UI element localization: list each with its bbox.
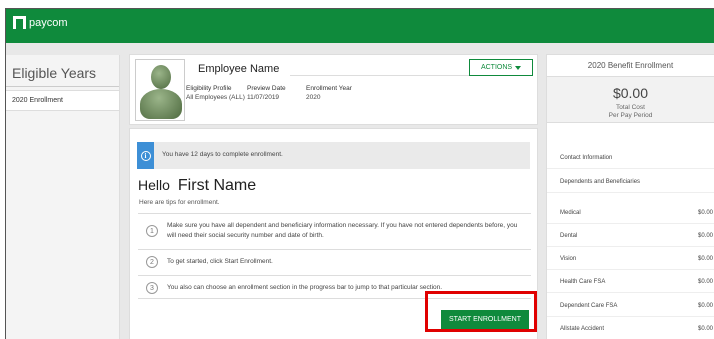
employee-name: Employee Name: [198, 63, 280, 75]
summary-item-allstate-accident[interactable]: Allstate Accident $0.00: [547, 318, 714, 339]
top-bar: paycom: [6, 9, 714, 43]
eligible-years-panel: Eligible Years 2020 Enrollment: [6, 55, 120, 339]
caret-down-icon: [515, 65, 522, 70]
paycom-logo[interactable]: paycom: [13, 16, 68, 29]
summary-item-label: Vision: [560, 256, 577, 262]
summary-item-health-care-fsa[interactable]: Health Care FSA $0.00: [547, 271, 714, 293]
preview-date: Preview Date 11/07/2019: [247, 84, 286, 102]
eligibility-profile: Eligibility Profile All Employees (ALL): [186, 84, 245, 102]
summary-item-label: Medical: [560, 210, 581, 216]
tip-step-2: 2 To get started, click Start Enrollment…: [138, 249, 531, 272]
summary-item-value: $0.00: [697, 303, 713, 309]
summary-item-dental[interactable]: Dental $0.00: [547, 225, 714, 247]
actions-button[interactable]: ACTIONS: [469, 59, 533, 76]
summary-item-label: Dental: [560, 233, 578, 239]
summary-item-label: Health Care FSA: [560, 279, 606, 285]
summary-item-label: Contact Information: [560, 155, 613, 161]
info-icon: i: [137, 142, 154, 169]
avatar-body: [140, 89, 182, 119]
eligible-years-title: Eligible Years: [6, 55, 119, 87]
step-text: Make sure you have all dependent and ben…: [167, 222, 518, 239]
profile-card: Employee Name ACTIONS Eligibility Profil…: [129, 54, 538, 125]
notice-text: You have 12 days to complete enrollment.: [162, 151, 283, 158]
benefit-summary-panel: 2020 Benefit Enrollment $0.00 Total Cost…: [546, 54, 714, 339]
app-window: paycom Eligible Years 2020 Enrollment Em…: [5, 8, 714, 339]
summary-item-contact[interactable]: Contact Information: [547, 147, 714, 169]
step-number: 1: [146, 225, 158, 237]
actions-label: ACTIONS: [480, 64, 513, 71]
greeting: Hello First Name: [138, 177, 256, 195]
enrollment-year-label: Enrollment Year: [306, 85, 352, 92]
preview-date-label: Preview Date: [247, 85, 286, 92]
summary-item-vision[interactable]: Vision $0.00: [547, 248, 714, 270]
summary-item-value: $0.00: [697, 279, 713, 285]
greeting-first-name: First Name: [177, 177, 257, 194]
eligibility-label: Eligibility Profile: [186, 85, 232, 92]
enrollment-year: Enrollment Year 2020: [306, 84, 352, 102]
divider: [290, 75, 470, 76]
step-number: 2: [146, 256, 158, 268]
tip-step-1: 1 Make sure you have all dependent and b…: [138, 213, 531, 249]
step-text: To get started, click Start Enrollment.: [167, 258, 273, 265]
start-enrollment-highlight: [425, 291, 537, 332]
total-cost: $0.00 Total Cost Per Pay Period: [547, 77, 714, 123]
summary-item-label: Dependent Care FSA: [560, 303, 618, 309]
summary-item-value: $0.00: [697, 256, 713, 262]
tips-intro: Here are tips for enrollment.: [139, 199, 220, 206]
days-remaining-notice: i You have 12 days to complete enrollmen…: [137, 142, 530, 169]
avatar-head: [151, 65, 171, 89]
summary-item-medical[interactable]: Medical $0.00: [547, 202, 714, 224]
summary-item-dependent-care-fsa[interactable]: Dependent Care FSA $0.00: [547, 295, 714, 317]
enrollment-year-value: 2020: [306, 94, 321, 101]
summary-item-value: $0.00: [697, 233, 713, 239]
preview-date-value: 11/07/2019: [247, 94, 280, 101]
summary-item-value: $0.00: [697, 326, 713, 332]
summary-item-value: $0.00: [697, 210, 713, 216]
left-item-2020-enrollment[interactable]: 2020 Enrollment: [6, 90, 119, 111]
eligibility-value: All Employees (ALL): [186, 94, 245, 101]
summary-item-dependents[interactable]: Dependents and Beneficiaries: [547, 171, 714, 193]
summary-item-label: Dependents and Beneficiaries: [560, 179, 641, 185]
total-label: Total Cost Per Pay Period: [608, 104, 653, 119]
summary-item-label: Allstate Accident: [560, 326, 605, 332]
summary-title: 2020 Benefit Enrollment: [547, 55, 714, 77]
brand-name: paycom: [29, 16, 68, 29]
avatar: [135, 59, 185, 121]
step-number: 3: [146, 282, 158, 294]
greeting-hello: Hello: [138, 177, 170, 193]
paycom-logo-icon: [13, 16, 26, 29]
total-amount: $0.00: [612, 85, 649, 101]
